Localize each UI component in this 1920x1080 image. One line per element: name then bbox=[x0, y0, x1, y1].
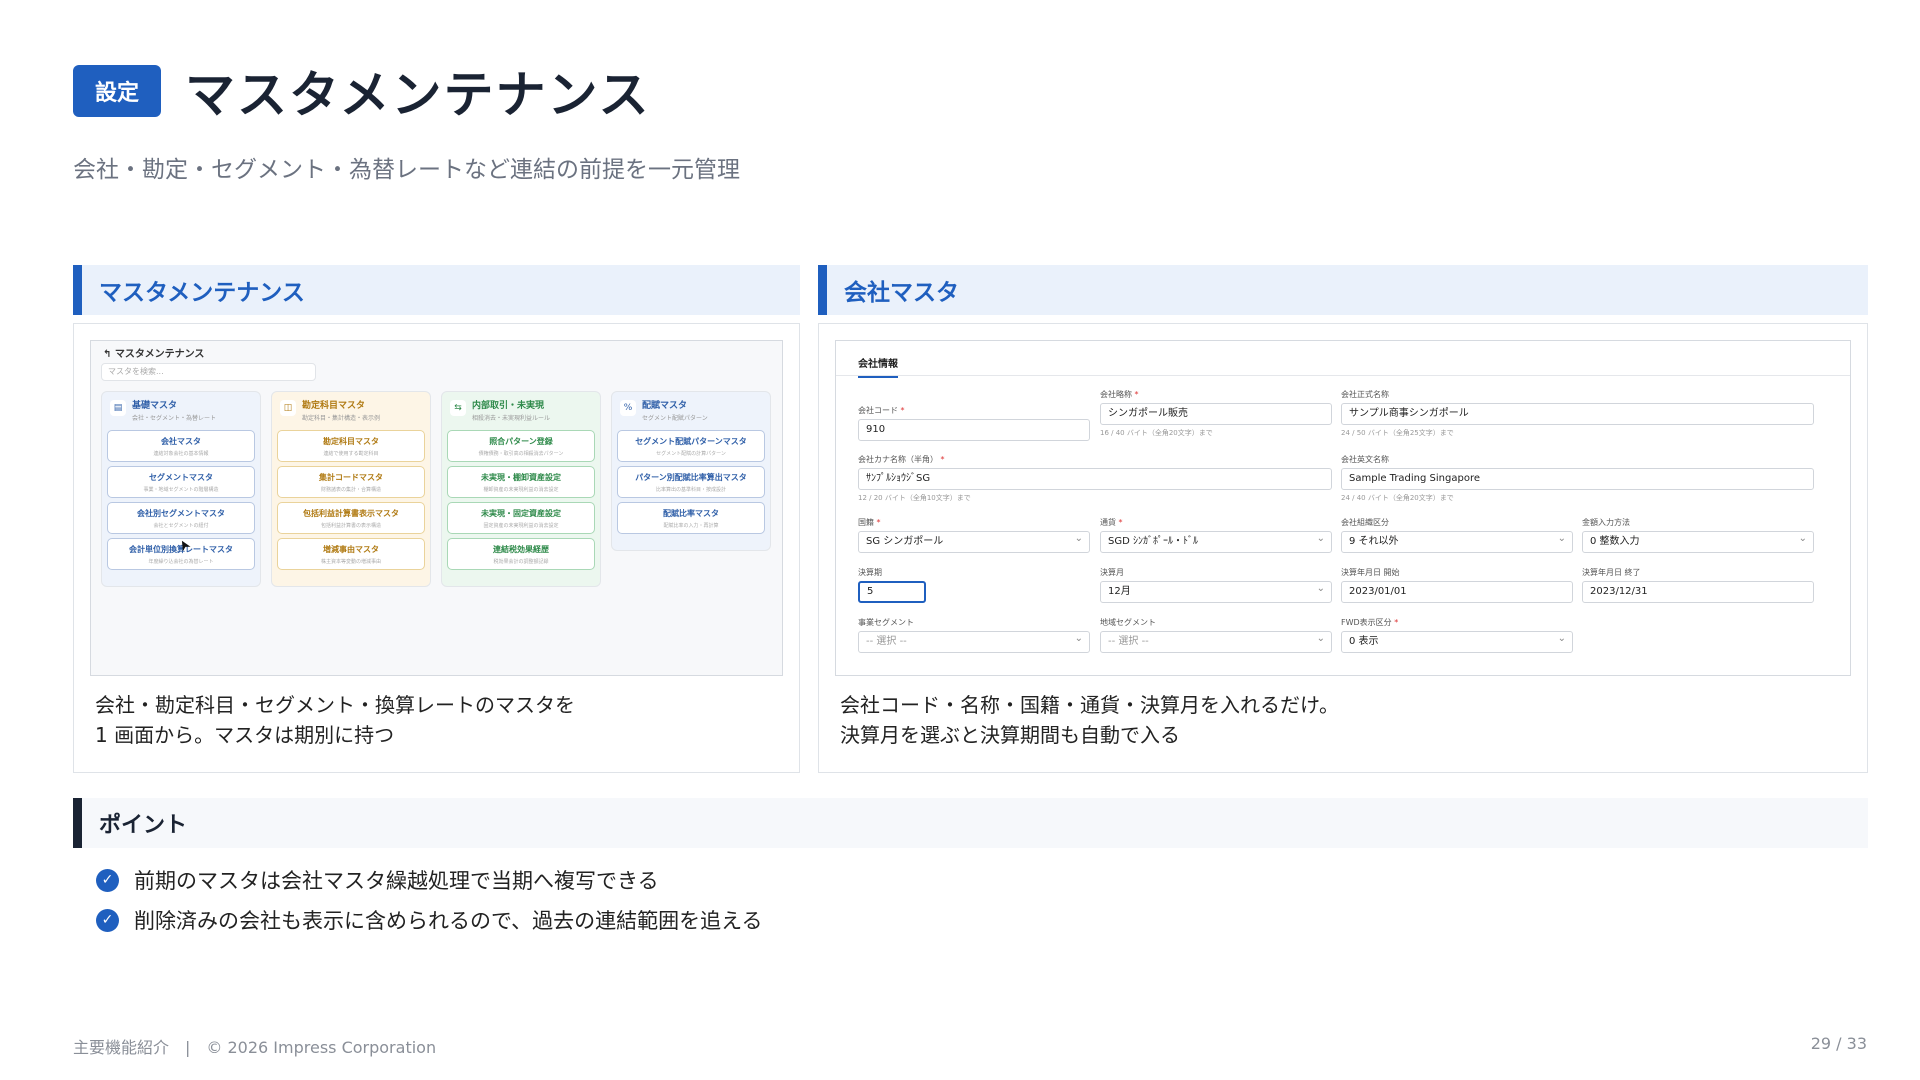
biz-segment-label: 事業セグメント bbox=[858, 618, 914, 627]
company-master-screenshot: 会社情報 会社コード * 910 会社略称 * シンガポール販売 16 / 40… bbox=[835, 340, 1851, 676]
master-maintenance-screenshot: ↰ マスタメンテナンス マスタを検索... ▤ 基礎マスタ会社・セグメント・為替レ… bbox=[90, 340, 783, 676]
mock-group: ◫ 勘定科目マスタ勘定科目・集計構造・表示例勘定科目マスタ 連結で使用する勘定科目集… bbox=[271, 391, 431, 587]
group-sub: セグメント配賦パターン bbox=[642, 415, 708, 422]
check-icon: ✓ bbox=[96, 908, 119, 932]
mock-search-input: マスタを検索... bbox=[101, 363, 316, 381]
official-name-field: サンプル商事シンガポール bbox=[1341, 403, 1814, 425]
mock-card: セグメントマスタ 事業・地域セグメントの階層構造 bbox=[107, 466, 255, 498]
area-segment-select: -- 選択 -- bbox=[1100, 631, 1332, 653]
category-badge: 設定 bbox=[73, 65, 161, 117]
month-label: 決算月 bbox=[1100, 568, 1124, 577]
group-name: 内部取引・未実現 bbox=[472, 401, 545, 411]
currency-label: 通貨 * bbox=[1100, 518, 1123, 527]
official-name-hint: 24 / 50 バイト（全角25文字）まで bbox=[1341, 429, 1454, 437]
point-item: ✓ 削除済みの会社も表示に含められるので、過去の連結範囲を追える bbox=[96, 905, 763, 935]
group-name: 基礎マスタ bbox=[132, 401, 178, 411]
org-select: 9 それ以外 bbox=[1341, 531, 1573, 553]
area-segment-label: 地域セグメント bbox=[1100, 618, 1156, 627]
short-name-hint: 16 / 40 バイト（全角20文字）まで bbox=[1100, 429, 1213, 437]
group-icon: ▤ bbox=[110, 400, 126, 416]
mock-card: 照合パターン登録 債権債務・取引高の相殺消去パターン bbox=[447, 430, 595, 462]
group-sub: 会社・セグメント・為替レート bbox=[132, 415, 217, 422]
mock-card: 会社別セグメントマスタ 会社とセグメントの紐付 bbox=[107, 502, 255, 534]
start-date-field: 2023/01/01 bbox=[1341, 581, 1573, 603]
english-name-hint: 24 / 40 バイト（全角20文字）まで bbox=[1341, 494, 1454, 502]
short-name-field: シンガポール販売 bbox=[1100, 403, 1332, 425]
page-number: 29 / 33 bbox=[1810, 1034, 1867, 1053]
end-date-label: 決算年月日 終了 bbox=[1582, 568, 1641, 577]
amount-label: 金額入力方法 bbox=[1582, 518, 1630, 527]
fwd-label: FWD表示区分 * bbox=[1341, 618, 1399, 627]
mock-card: 包括利益計算書表示マスタ 包括利益計算書の表示構造 bbox=[277, 502, 425, 534]
slide-header: 設定 マスタメンテナンス bbox=[73, 55, 651, 127]
footer-text: 主要機能紹介 | © 2026 Impress Corporation bbox=[73, 1038, 437, 1057]
short-name-label: 会社略称 * bbox=[1100, 390, 1139, 399]
company-code-label: 会社コード * bbox=[858, 406, 905, 415]
end-date-field: 2023/12/31 bbox=[1582, 581, 1814, 603]
page-title: マスタメンテナンス bbox=[185, 66, 651, 124]
mock-card: 会社マスタ 連結対象会社の基本情報 bbox=[107, 430, 255, 462]
english-name-label: 会社英文名称 bbox=[1341, 455, 1389, 464]
english-name-field: Sample Trading Singapore bbox=[1341, 468, 1814, 490]
left-caption: 会社・勘定科目・セグメント・換算レートのマスタを 1 画面から。マスタは期別に持… bbox=[95, 693, 575, 747]
start-date-label: 決算年月日 開始 bbox=[1341, 568, 1400, 577]
mock-group: % 配賦マスタセグメント配賦パターンセグメント配賦パターンマスタ セグメント配賦の計… bbox=[611, 391, 771, 551]
mock-group: ⇆ 内部取引・未実現 相殺消去・未実現利益ルール照合パターン登録 債権債務・取引高の相… bbox=[441, 391, 601, 587]
right-caption: 会社コード・名称・国籍・通貨・決算月を入れるだけ。 決算月を選ぶと決算期間も自動… bbox=[840, 693, 1339, 747]
mock-card: セグメント配賦パターンマスタ セグメント配賦の計算パターン bbox=[617, 430, 765, 462]
org-label: 会社組織区分 bbox=[1341, 518, 1389, 527]
country-label: 国籍 * bbox=[858, 518, 881, 527]
mock-card: 勘定科目マスタ 連結で使用する勘定科目 bbox=[277, 430, 425, 462]
mock-card: 集計コードマスタ 財務諸表の集計・合算構造 bbox=[277, 466, 425, 498]
left-panel-heading: マスタメンテナンス bbox=[73, 265, 800, 315]
fwd-select: 0 表示 bbox=[1341, 631, 1573, 653]
company-code-field: 910 bbox=[858, 419, 1090, 441]
kana-label: 会社カナ名称（半角） * bbox=[858, 455, 945, 464]
group-sub: 相殺消去・未実現利益ルール bbox=[472, 415, 551, 422]
month-select: 12月 bbox=[1100, 581, 1332, 603]
mock-card: パターン別配賦比率算出マスタ 比率算出の基準科目・按成設計 bbox=[617, 466, 765, 498]
point-item: ✓ 前期のマスタは会社マスタ繰越処理で当期へ複写できる bbox=[96, 865, 659, 895]
mock-card: 配賦比率マスタ 配賦比率の入力・再計算 bbox=[617, 502, 765, 534]
country-select: SG シンガポール bbox=[858, 531, 1090, 553]
mock-card: 連結税効果経歴 税効果会計の調整額記録 bbox=[447, 538, 595, 570]
right-panel: 会社情報 会社コード * 910 会社略称 * シンガポール販売 16 / 40… bbox=[818, 323, 1868, 773]
mock-group: ▤ 基礎マスタ会社・セグメント・為替レート会社マスタ 連結対象会社の基本情報 セグメン… bbox=[101, 391, 261, 587]
points-heading: ポイント bbox=[73, 798, 1868, 848]
left-panel: ↰ マスタメンテナンス マスタを検索... ▤ 基礎マスタ会社・セグメント・為替レ… bbox=[73, 323, 800, 773]
mock-title: ↰ マスタメンテナンス bbox=[103, 349, 205, 360]
currency-select: SGD ｼﾝｶﾞﾎﾟｰﾙ・ﾄﾞﾙ bbox=[1100, 531, 1332, 553]
group-sub: 勘定科目・集計構造・表示例 bbox=[302, 415, 381, 422]
official-name-label: 会社正式名称 bbox=[1341, 390, 1389, 399]
group-icon: ⇆ bbox=[450, 400, 466, 416]
mock-card: 未実現・棚卸資産設定 棚卸資産の未実現利益の消去設定 bbox=[447, 466, 595, 498]
group-name: 配賦マスタ bbox=[642, 401, 688, 411]
mock-card: 増減事由マスタ 株主資本等変動の増減事由 bbox=[277, 538, 425, 570]
kana-field: ｻﾝﾌﾟﾙｼｮｳｼﾞSG bbox=[858, 468, 1332, 490]
group-name: 勘定科目マスタ bbox=[302, 401, 366, 411]
form-tab-divider bbox=[836, 375, 1850, 376]
group-icon: % bbox=[620, 400, 636, 416]
check-icon: ✓ bbox=[96, 868, 119, 892]
period-field: 5 bbox=[858, 581, 926, 603]
kana-hint: 12 / 20 バイト（全角10文字）まで bbox=[858, 494, 971, 502]
mock-card: 未実現・固定資産設定 固定資産の未実現利益の消去設定 bbox=[447, 502, 595, 534]
period-label: 決算期 bbox=[858, 568, 882, 577]
right-panel-heading: 会社マスタ bbox=[818, 265, 1868, 315]
amount-select: 0 整数入力 bbox=[1582, 531, 1814, 553]
group-icon: ◫ bbox=[280, 400, 296, 416]
biz-segment-select: -- 選択 -- bbox=[858, 631, 1090, 653]
page-subtitle: 会社・勘定・セグメント・為替レートなど連結の前提を一元管理 bbox=[73, 157, 740, 183]
